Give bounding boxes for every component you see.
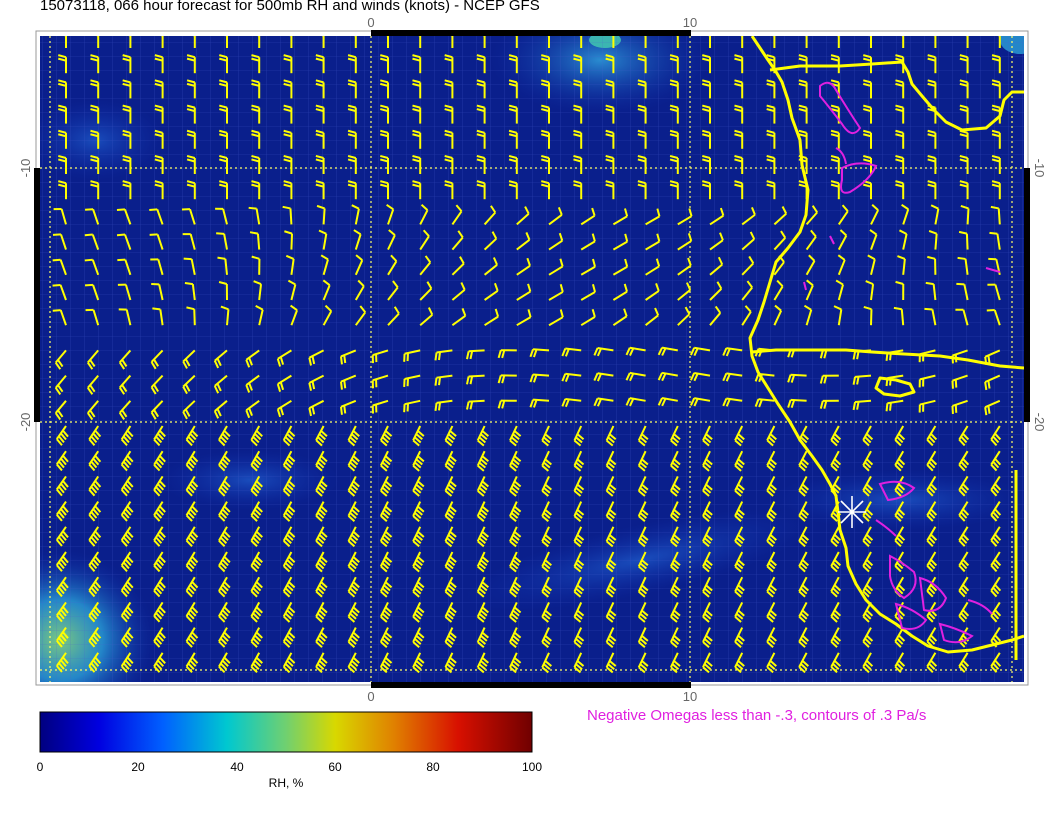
wind-barb — [290, 233, 294, 250]
tick-right-m20: -20 — [1032, 413, 1047, 432]
wind-barb-feather — [149, 208, 158, 211]
tick-top-10: 10 — [683, 15, 697, 30]
wind-barb-feather — [984, 407, 988, 416]
tick-right-m10: -10 — [1032, 159, 1047, 178]
wind-barb-feather — [987, 405, 991, 414]
fine-grid — [40, 36, 1024, 682]
tick-bottom-0: 0 — [367, 689, 374, 704]
map-body — [40, 36, 1024, 682]
tick-top-0: 0 — [367, 15, 374, 30]
wind-barb — [966, 208, 970, 225]
map-canvas: 0 10 0 10 -10 -20 -10 -20 — [18, 15, 1047, 753]
wind-barb-feather — [183, 257, 192, 261]
wind-barb-feather — [957, 256, 966, 260]
wind-barb-feather — [434, 402, 438, 411]
wind-barb — [900, 309, 905, 326]
omega-note: Negative Omegas less than -.3, contours … — [587, 707, 927, 724]
colorbar-title: RH, % — [268, 776, 304, 790]
tick-left-m10: -10 — [18, 159, 33, 178]
wind-barb-feather — [85, 208, 94, 211]
wind-barb-feather — [954, 379, 958, 388]
wind-barb-feather — [116, 233, 126, 237]
wind-barb-feather — [885, 403, 889, 412]
tick-left-m20: -20 — [18, 413, 33, 432]
wind-barb-feather — [434, 377, 438, 386]
wind-barb-feather — [343, 405, 347, 414]
wind-barb-feather — [434, 352, 438, 361]
wind-barb-feather — [339, 406, 343, 415]
wind-barb — [997, 208, 1001, 225]
wind-barb-feather — [248, 206, 257, 210]
wind-barb-feather — [437, 402, 442, 411]
wind-barb-feather — [52, 283, 61, 287]
wind-barb — [226, 309, 230, 326]
wind-barb-feather — [52, 309, 61, 312]
wind-barb-feather — [116, 208, 126, 212]
colorbar-label-40: 40 — [230, 760, 244, 774]
tick-bottom-10: 10 — [683, 689, 697, 704]
colorbar-label-0: 0 — [36, 760, 44, 774]
wind-barb — [965, 233, 969, 250]
wind-barb — [193, 309, 196, 326]
wind-barb-feather — [343, 354, 347, 364]
wind-barb-feather — [437, 351, 442, 361]
wind-barb — [256, 233, 261, 250]
colorbar-label-100: 100 — [521, 760, 543, 774]
wind-barb-feather — [954, 404, 958, 413]
wind-barb — [854, 374, 872, 378]
wind-barb-feather — [984, 381, 988, 391]
wind-barb-feather — [184, 282, 193, 286]
wind-barb-feather — [987, 355, 991, 364]
wind-barb-feather — [437, 377, 442, 386]
wind-barb-feather — [924, 307, 933, 311]
wind-barb-feather — [987, 380, 991, 389]
wind-barb-feather — [893, 306, 902, 311]
wind-barb — [322, 208, 326, 225]
wind-barb — [289, 208, 293, 225]
wind-barb — [468, 399, 485, 403]
wind-barb-feather — [84, 233, 93, 237]
wind-barb-feather — [925, 281, 934, 286]
wind-barb-feather — [343, 380, 347, 389]
colorbar-label-60: 60 — [328, 760, 342, 774]
wind-barb-feather — [339, 381, 343, 390]
wind-barb-feather — [152, 307, 161, 311]
wind-barb — [468, 349, 485, 353]
wind-barb-feather — [52, 258, 61, 262]
wind-barb-feather — [989, 231, 998, 235]
wind-barb-feather — [217, 256, 226, 260]
colorbar-label-80: 80 — [426, 760, 440, 774]
colorbar-gradient — [39, 711, 533, 753]
colorbar-label-20: 20 — [131, 760, 145, 774]
wind-barb — [854, 399, 872, 404]
wind-barb-feather — [339, 356, 343, 365]
wind-barb-feather — [84, 283, 94, 287]
wind-barb-feather — [951, 380, 954, 389]
wind-barb — [468, 374, 485, 378]
wind-barb-feather — [889, 402, 892, 411]
wind-barb-feather — [216, 232, 225, 235]
wind-barb — [934, 233, 938, 250]
wind-barb-feather — [951, 405, 954, 414]
wind-barb-feather — [249, 231, 259, 235]
wind-barb-feather — [84, 258, 93, 262]
